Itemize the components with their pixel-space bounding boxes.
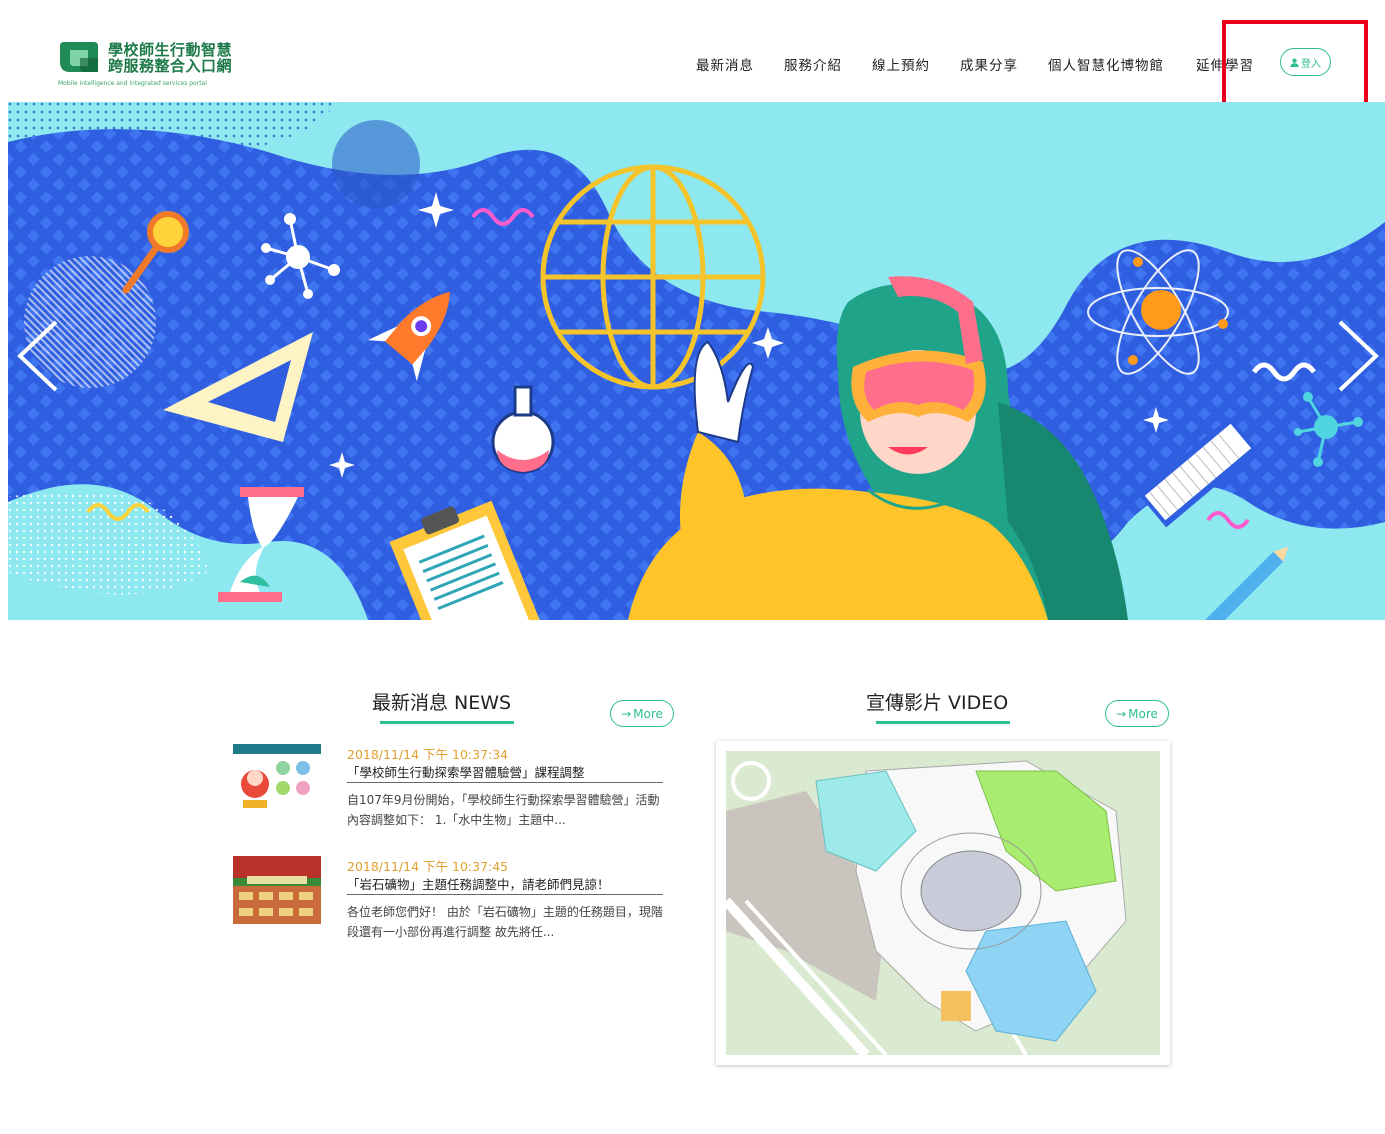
logo-title-line2: 跨服務整合入口網 [108, 57, 233, 75]
arrow-right-icon: → [1116, 706, 1127, 721]
news-more-label: More [633, 706, 663, 721]
news-thumbnail[interactable] [233, 856, 321, 924]
news-title[interactable]: 「學校師生行動探索學習體驗營」課程調整 [347, 762, 585, 781]
nav-item-results[interactable]: 成果分享 [960, 54, 1018, 74]
carousel-next-icon[interactable] [1336, 318, 1382, 394]
news-item[interactable]: 2018/11/14 下午 10:37:45 「岩石礦物」主題任務調整中，請老師… [233, 856, 663, 956]
highlight-box [1222, 20, 1368, 111]
video-section-title: 宣傳影片 VIDEO [866, 692, 1009, 714]
video-more-button[interactable]: → More [1105, 700, 1169, 727]
nav-item-booking[interactable]: 線上預約 [872, 54, 930, 74]
news-title-underline [380, 721, 514, 724]
page: 學校師生行動智慧 跨服務整合入口網 Mobile intelligence an… [0, 0, 1385, 1134]
nav-item-services[interactable]: 服務介紹 [784, 54, 842, 74]
logo-subtitle: Mobile intelligence and integrated servi… [58, 80, 207, 87]
logo-title-line1: 學校師生行動智慧 [108, 41, 233, 59]
news-item[interactable]: 2018/11/14 下午 10:37:34 「學校師生行動探索學習體驗營」課程… [233, 744, 663, 844]
arrow-right-icon: → [621, 706, 632, 721]
hero-carousel[interactable] [8, 102, 1385, 620]
news-excerpt: 各位老師您們好！ 由於「岩石礦物」主題的任務題目，現階段還有一小部份再進行調整 … [347, 905, 663, 939]
header: 學校師生行動智慧 跨服務整合入口網 Mobile intelligence an… [0, 0, 1385, 111]
news-divider [347, 782, 663, 783]
logo[interactable]: 學校師生行動智慧 跨服務整合入口網 Mobile intelligence an… [58, 36, 248, 92]
floor-map-image [726, 751, 1160, 1055]
carousel-prev-icon[interactable] [14, 318, 60, 394]
news-thumbnail-image-1 [233, 744, 321, 812]
nav-item-latest-news[interactable]: 最新消息 [696, 54, 754, 74]
video-preview[interactable] [716, 741, 1170, 1065]
news-date: 2018/11/14 下午 10:37:45 [347, 859, 509, 874]
hero-illustration [8, 102, 1385, 620]
news-excerpt: 自107年9月份開始，「學校師生行動探索學習體驗營」活動內容調整如下： 1.「水… [347, 793, 660, 827]
news-more-button[interactable]: → More [610, 700, 674, 727]
news-title[interactable]: 「岩石礦物」主題任務調整中，請老師們見諒！ [347, 874, 610, 893]
news-section-title: 最新消息 NEWS [372, 692, 512, 714]
logo-mark-icon [60, 42, 98, 72]
news-divider [347, 894, 663, 895]
news-thumbnail[interactable] [233, 744, 321, 812]
news-thumbnail-image-2 [233, 856, 321, 924]
video-more-label: More [1128, 706, 1158, 721]
video-title-underline [876, 721, 1010, 724]
news-date: 2018/11/14 下午 10:37:34 [347, 747, 509, 762]
nav-item-museum[interactable]: 個人智慧化博物館 [1048, 54, 1164, 74]
